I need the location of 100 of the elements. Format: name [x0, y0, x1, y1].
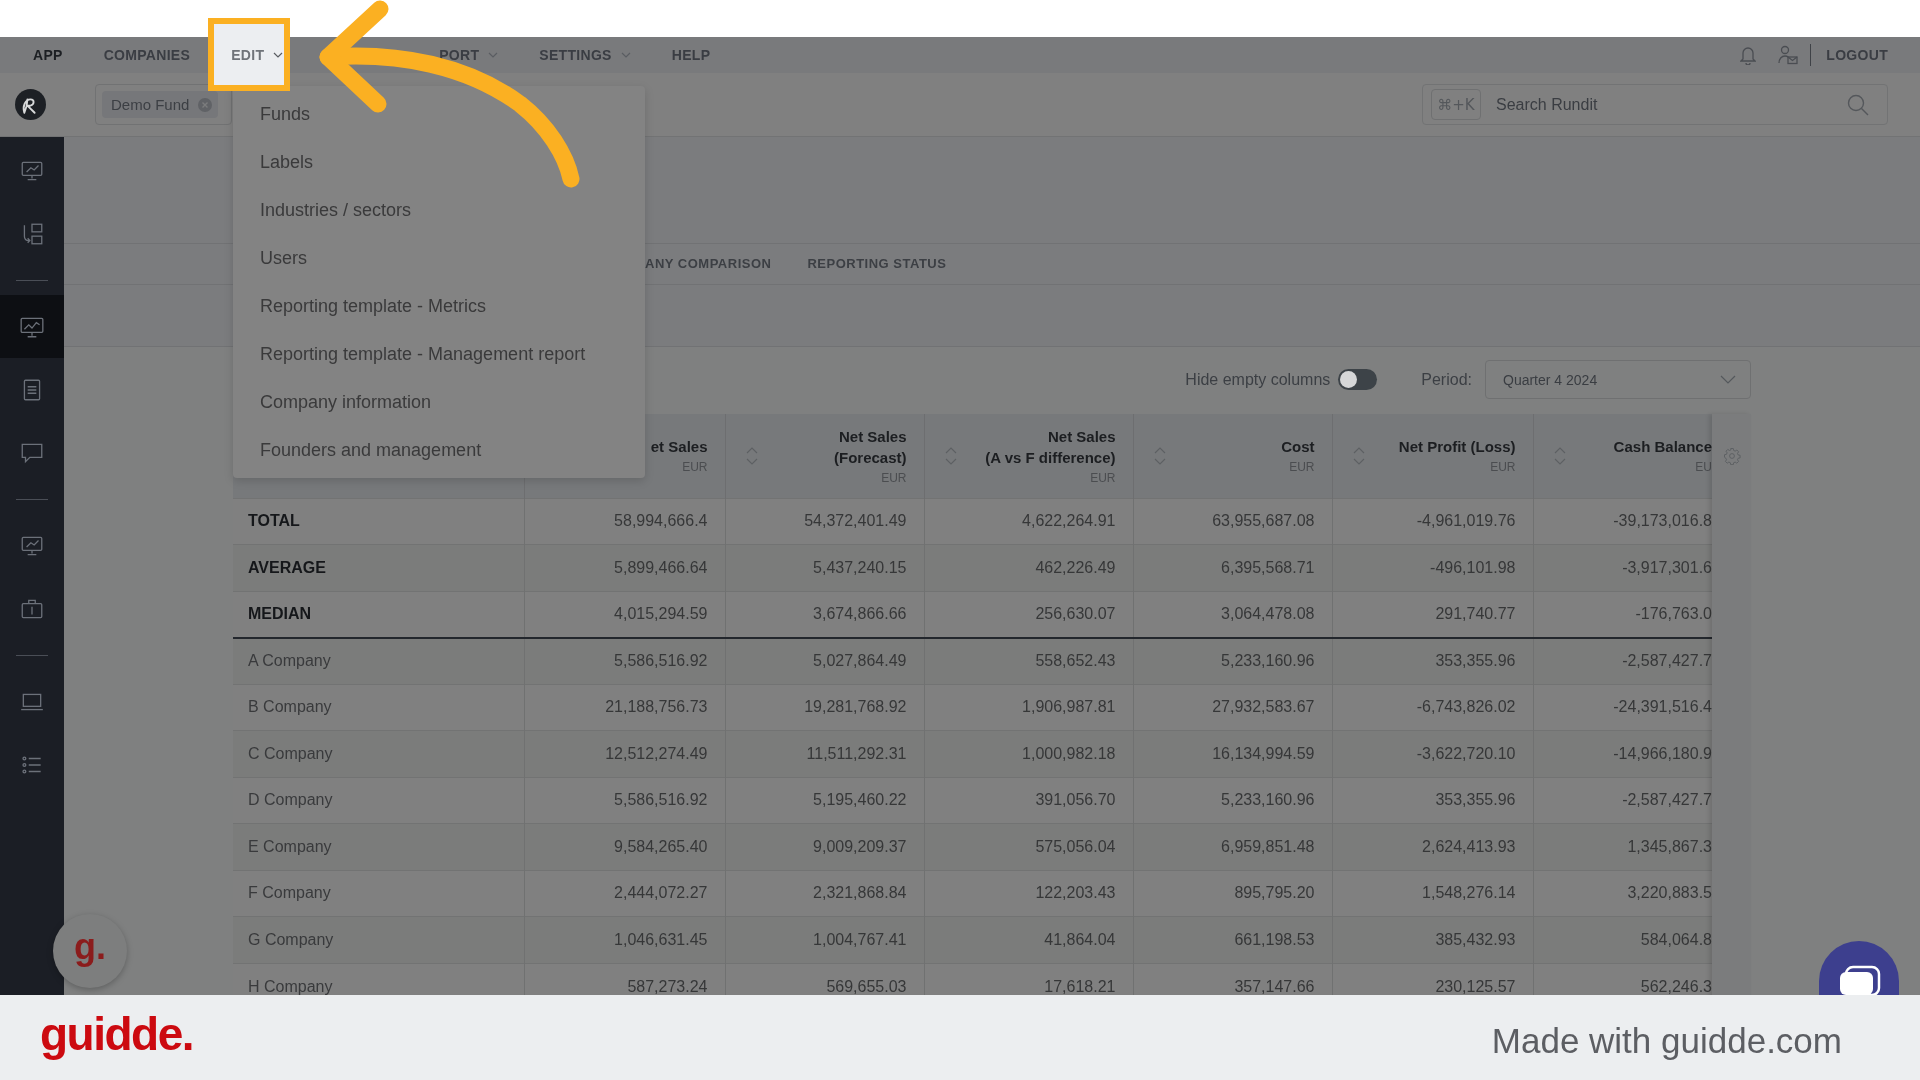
- table-cell: 63,955,687.08: [1133, 498, 1332, 545]
- credit-text: Made with guidde.com: [1491, 1020, 1842, 1061]
- table-cell: 5,899,466.64: [524, 544, 725, 591]
- table-cell: 256,630.07: [924, 591, 1133, 638]
- table-cell: -496,101.98: [1332, 544, 1533, 591]
- table-cell: A Company: [233, 637, 524, 684]
- sort-icon[interactable]: [1553, 445, 1566, 466]
- table-cell: 353,355.96: [1332, 777, 1533, 824]
- sort-icon[interactable]: [944, 445, 957, 466]
- table-cell: 1,548,276.14: [1332, 870, 1533, 917]
- caret-icon: [620, 52, 631, 58]
- table-cell: 291,740.77: [1332, 591, 1533, 638]
- column-title: Net Sales (A vs F difference): [985, 426, 1116, 468]
- table-cell: 5,233,160.96: [1133, 777, 1332, 824]
- table-cell: 2,444,072.27: [524, 870, 725, 917]
- remove-icon[interactable]: [198, 97, 213, 112]
- table-cell: 2,624,413.93: [1332, 823, 1533, 870]
- logo-icon: [15, 89, 46, 120]
- table-cell: 122,203.43: [924, 870, 1133, 917]
- table-cell: TOTAL: [233, 498, 524, 545]
- nav-menu-item[interactable]: APP: [33, 47, 63, 63]
- table-cell: 41,864.04: [924, 916, 1133, 963]
- sort-icon[interactable]: [1153, 445, 1166, 466]
- table-cell: 4,622,264.91: [924, 498, 1133, 545]
- table-cell: C Company: [233, 730, 524, 777]
- column-title: et Sales: [650, 437, 708, 458]
- chat-bubble-icon: [1837, 965, 1881, 995]
- table-cell: 3,674,866.66: [725, 591, 924, 638]
- brand-logo: guidde.: [40, 1006, 194, 1061]
- table-cell: D Company: [233, 777, 524, 824]
- table-cell: -4,961,019.76: [1332, 498, 1533, 545]
- table-cell: 3,064,478.08: [1133, 591, 1332, 638]
- table-cell: F Company: [233, 870, 524, 917]
- nav-menu-item[interactable]: EDIT: [231, 46, 284, 63]
- table-cell: 353,355.96: [1332, 637, 1533, 684]
- table-cell: 5,195,460.22: [725, 777, 924, 824]
- table-cell: G Company: [233, 916, 524, 963]
- table-cell: 19,281,768.92: [725, 684, 924, 731]
- table-cell: 54,372,401.49: [725, 498, 924, 545]
- search-icon[interactable]: [1847, 93, 1869, 116]
- column-title: Cash Balance: [1613, 437, 1712, 458]
- sort-icon[interactable]: [745, 445, 758, 466]
- table-cell: 4,015,294.59: [524, 591, 725, 638]
- table-cell: 1,906,987.81: [924, 684, 1133, 731]
- table-cell: 895,795.20: [1133, 870, 1332, 917]
- caret-icon: [273, 51, 284, 58]
- period-label: Period:: [1421, 370, 1472, 389]
- nav-menu-item[interactable]: COMPANIES: [103, 47, 191, 63]
- menu-item[interactable]: Funds: [233, 90, 645, 138]
- table-cell: 385,432.93: [1332, 916, 1533, 963]
- nav-menu-item[interactable]: HELP: [671, 47, 711, 63]
- column-title: Cost: [1281, 437, 1315, 458]
- table-cell: 1,046,631.45: [524, 916, 725, 963]
- table-cell: 5,233,160.96: [1133, 637, 1332, 684]
- user-mail-icon[interactable]: [1778, 45, 1799, 65]
- table-cell: 58,994,666.4: [524, 498, 725, 545]
- table-cell: 27,932,583.67: [1133, 684, 1332, 731]
- fund-chip[interactable]: Demo Fund: [102, 91, 219, 118]
- table-cell: 5,437,240.15: [725, 544, 924, 591]
- tab[interactable]: ANY COMPARISON: [645, 244, 772, 284]
- sort-icon[interactable]: [1352, 445, 1365, 466]
- tab[interactable]: REPORTING STATUS: [807, 244, 947, 284]
- table-cell: MEDIAN: [233, 591, 524, 638]
- table-cell: 6,395,568.71: [1133, 544, 1332, 591]
- fund-filter-field[interactable]: Demo Fund: [95, 84, 232, 125]
- table-cell: 9,584,265.40: [524, 823, 725, 870]
- table-cell: 16,134,994.59: [1133, 730, 1332, 777]
- period-dropdown[interactable]: Quarter 4 2024: [1485, 360, 1751, 399]
- menu-item[interactable]: Founders and management: [233, 426, 645, 474]
- hide-empty-columns-label: Hide empty columns: [1185, 370, 1331, 389]
- column-title: Net Profit (Loss): [1398, 437, 1516, 458]
- table-cell: 5,586,516.92: [524, 777, 725, 824]
- menu-item[interactable]: Reporting template - Management report: [233, 330, 645, 378]
- table-cell: 575,056.04: [924, 823, 1133, 870]
- table-cell: 21,188,756.73: [524, 684, 725, 731]
- table-cell: 558,652.43: [924, 637, 1133, 684]
- hide-empty-columns-toggle[interactable]: [1338, 369, 1378, 390]
- menu-item[interactable]: Users: [233, 234, 645, 282]
- nav-menu-item[interactable]: SETTINGS: [539, 47, 631, 63]
- sidebar-item[interactable]: [0, 295, 64, 358]
- menu-item[interactable]: Company information: [233, 378, 645, 426]
- table-cell: 11,511,292.31: [725, 730, 924, 777]
- caret-icon: [488, 52, 499, 58]
- table-cell: 6,959,851.48: [1133, 823, 1332, 870]
- nav-menu-item[interactable]: PORT: [439, 47, 499, 63]
- chevron-down-icon: [1720, 375, 1736, 384]
- table-cell: 12,512,274.49: [524, 730, 725, 777]
- logout-button[interactable]: LOGOUT: [1826, 47, 1888, 63]
- column-title: Net Sales (Forecast): [833, 426, 907, 468]
- settings-icon[interactable]: [1722, 447, 1741, 465]
- table-cell: 1,000,982.18: [924, 730, 1133, 777]
- table-cell: 661,198.53: [1133, 916, 1332, 963]
- menu-item[interactable]: Industries / sectors: [233, 186, 645, 234]
- table-cell: E Company: [233, 823, 524, 870]
- menu-item[interactable]: Labels: [233, 138, 645, 186]
- table-cell: 1,004,767.41: [725, 916, 924, 963]
- table-cell: 391,056.70: [924, 777, 1133, 824]
- table-cell: -6,743,826.02: [1332, 684, 1533, 731]
- bell-icon[interactable]: [1740, 45, 1757, 65]
- menu-item[interactable]: Reporting template - Metrics: [233, 282, 645, 330]
